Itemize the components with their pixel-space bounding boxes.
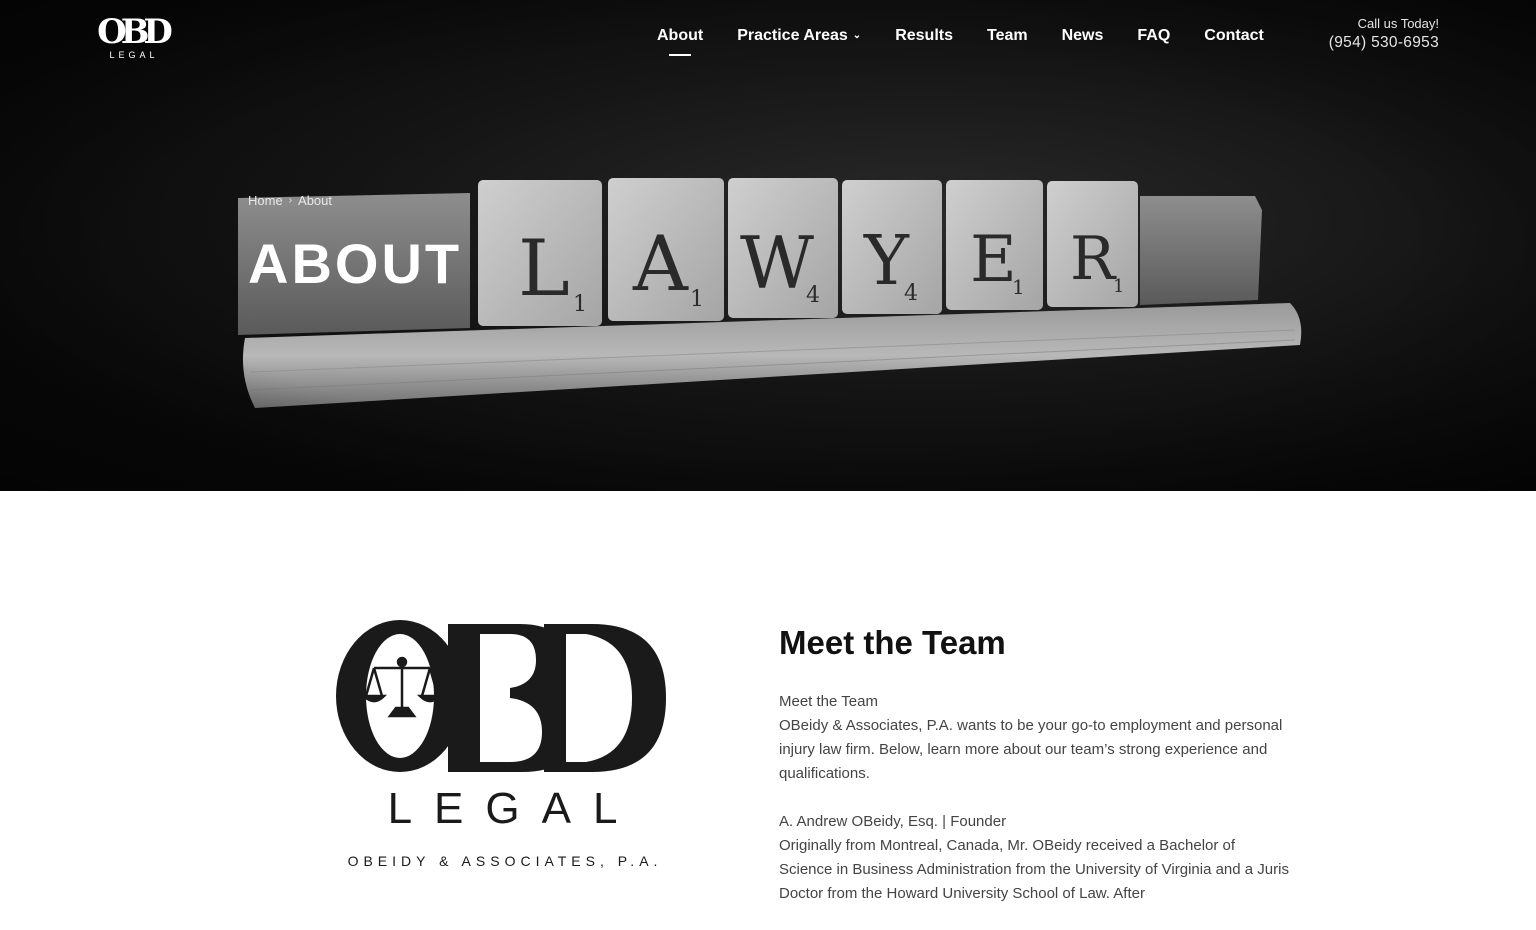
nav-faq-label: FAQ bbox=[1137, 27, 1171, 44]
nav-team[interactable]: Team bbox=[970, 24, 1045, 48]
intro-title: Meet the Team bbox=[779, 693, 878, 710]
breadcrumb-current: About bbox=[298, 193, 333, 208]
nav-contact[interactable]: Contact bbox=[1187, 24, 1281, 48]
nav-faq[interactable]: FAQ bbox=[1120, 24, 1187, 48]
logo-mark-large bbox=[336, 620, 666, 772]
hero-banner: L 1 A 1 W 4 Y 4 E 1 R 1 OBD LEGAL About … bbox=[0, 0, 1536, 491]
firm-logo-large: LEGAL OBEIDY & ASSOCIATES, P.A. bbox=[330, 612, 675, 872]
chevron-right-icon: › bbox=[288, 195, 293, 206]
breadcrumb-home[interactable]: Home bbox=[248, 193, 283, 208]
logo-mark-text: OBD bbox=[97, 12, 172, 52]
nav-practice-areas[interactable]: Practice Areas ⌄ bbox=[720, 24, 878, 48]
page-title: ABOUT bbox=[248, 232, 463, 295]
logo-subtitle: OBEIDY & ASSOCIATES, P.A. bbox=[347, 853, 663, 869]
logo-word-legal: LEGAL bbox=[387, 784, 640, 833]
nav-about-label: About bbox=[657, 27, 704, 44]
call-us-label: Call us Today! bbox=[1357, 16, 1439, 31]
founder-title: A. Andrew OBeidy, Esq. | Founder bbox=[779, 813, 1007, 830]
hero-image-lawyer-tiles: L 1 A 1 W 4 Y 4 E 1 R 1 bbox=[0, 0, 1536, 491]
team-body: Meet the Team OBeidy & Associates, P.A. … bbox=[779, 690, 1289, 930]
nav-news-label: News bbox=[1061, 27, 1104, 44]
founder-paragraph: A. Andrew OBeidy, Esq. | Founder Origina… bbox=[779, 810, 1289, 906]
main-nav: About Practice Areas ⌄ Results Team News … bbox=[640, 24, 1281, 48]
logo-mark: OBD LEGAL bbox=[97, 12, 178, 60]
logo-word: LEGAL bbox=[109, 50, 158, 60]
breadcrumb: Home › About bbox=[248, 193, 332, 208]
nav-about[interactable]: About bbox=[640, 24, 720, 48]
section-heading: Meet the Team bbox=[779, 624, 1006, 661]
chevron-down-icon: ⌄ bbox=[852, 30, 862, 41]
nav-news[interactable]: News bbox=[1045, 24, 1121, 48]
nav-results[interactable]: Results bbox=[878, 24, 970, 48]
call-us-block: Call us Today! (954) 530-6953 bbox=[1329, 16, 1439, 52]
intro-paragraph: Meet the Team OBeidy & Associates, P.A. … bbox=[779, 690, 1289, 786]
nav-contact-label: Contact bbox=[1204, 27, 1264, 44]
founder-bio: Originally from Montreal, Canada, Mr. OB… bbox=[779, 837, 1289, 902]
nav-results-label: Results bbox=[895, 27, 953, 44]
intro-text: OBeidy & Associates, P.A. wants to be yo… bbox=[779, 717, 1283, 782]
phone-link[interactable]: (954) 530-6953 bbox=[1329, 34, 1439, 52]
nav-practice-areas-label: Practice Areas bbox=[737, 27, 848, 44]
nav-team-label: Team bbox=[986, 27, 1028, 44]
site-logo[interactable]: OBD LEGAL bbox=[92, 10, 178, 62]
